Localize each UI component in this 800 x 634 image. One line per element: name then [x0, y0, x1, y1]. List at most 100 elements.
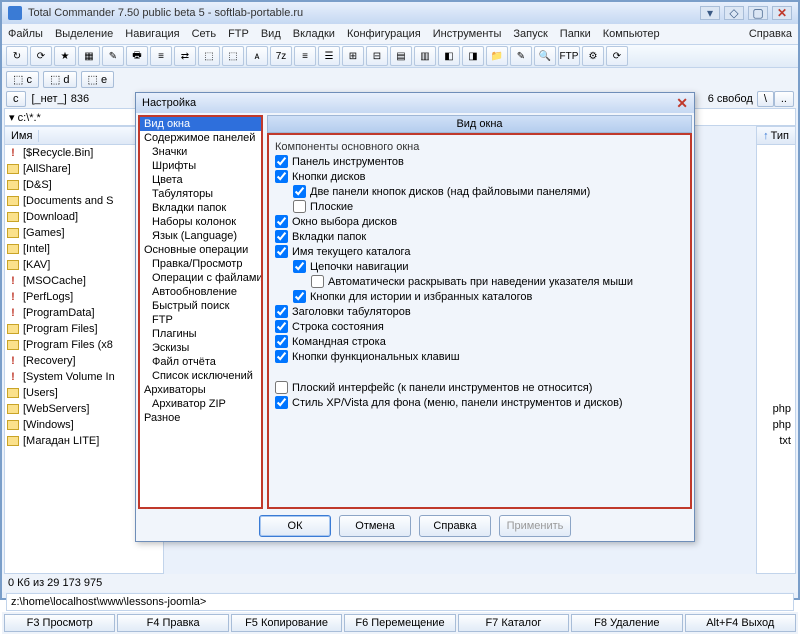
menu-item[interactable]: Выделение — [55, 28, 113, 40]
tree-item[interactable]: Разное — [140, 411, 261, 425]
toolbar-button[interactable]: ≡ — [294, 46, 316, 66]
menu-item[interactable]: Вид — [261, 28, 281, 40]
toolbar-button[interactable]: ⟳ — [30, 46, 52, 66]
checkbox[interactable] — [275, 305, 288, 318]
tree-item[interactable]: Список исключений — [140, 369, 261, 383]
toolbar-button[interactable]: ▤ — [390, 46, 412, 66]
toolbar-button[interactable]: ᴀ — [246, 46, 268, 66]
checkbox[interactable] — [275, 381, 288, 394]
checkbox-row[interactable]: Заголовки табуляторов — [275, 305, 684, 318]
cancel-button[interactable]: Отмена — [339, 515, 411, 537]
tree-item[interactable]: Архиваторы — [140, 383, 261, 397]
toolbar-button[interactable]: ↻ — [6, 46, 28, 66]
tree-item[interactable]: Плагины — [140, 327, 261, 341]
toolbar-button[interactable]: ⬚ — [222, 46, 244, 66]
toolbar-button[interactable]: ⊟ — [366, 46, 388, 66]
tree-item[interactable]: Автообновление — [140, 285, 261, 299]
tree-item[interactable]: Вкладки папок — [140, 201, 261, 215]
col-name[interactable]: Имя — [5, 130, 39, 142]
menu-item[interactable]: FTP — [228, 28, 249, 40]
apply-button[interactable]: Применить — [499, 515, 571, 537]
menu-item[interactable]: Инструменты — [433, 28, 502, 40]
checkbox-row[interactable]: Имя текущего каталога — [275, 245, 684, 258]
tree-item[interactable]: Быстрый поиск — [140, 299, 261, 313]
checkbox-row[interactable]: Плоские — [293, 200, 684, 213]
tree-item[interactable]: Цвета — [140, 173, 261, 187]
toolbar-button[interactable]: FTP — [558, 46, 580, 66]
checkbox[interactable] — [275, 350, 288, 363]
root-button[interactable]: \ — [757, 91, 774, 107]
toolbar-button[interactable]: ⟳ — [606, 46, 628, 66]
checkbox[interactable] — [275, 396, 288, 409]
toolbar-button[interactable]: ▦ — [78, 46, 100, 66]
close-button[interactable]: ✕ — [772, 6, 792, 20]
toolbar-button[interactable]: ≡ — [150, 46, 172, 66]
checkbox[interactable] — [293, 200, 306, 213]
toolbar-button[interactable]: ⚙ — [582, 46, 604, 66]
menu-item[interactable]: Файлы — [8, 28, 43, 40]
menu-item[interactable]: Конфигурация — [347, 28, 421, 40]
checkbox[interactable] — [275, 245, 288, 258]
checkbox-row[interactable]: Кнопки для истории и избранных каталогов — [293, 290, 684, 303]
current-drive[interactable]: c — [6, 91, 26, 107]
settings-tree[interactable]: Вид окнаСодержимое панелейЗначкиШрифтыЦв… — [138, 115, 263, 509]
toolbar-button[interactable]: 📁 — [486, 46, 508, 66]
toolbar-button[interactable]: 7z — [270, 46, 292, 66]
toolbar-button[interactable]: ⇄ — [174, 46, 196, 66]
checkbox-row[interactable]: Плоский интерфейс (к панели инструментов… — [275, 381, 684, 394]
minimize-button[interactable]: ▾ — [700, 6, 720, 20]
tree-item[interactable]: Эскизы — [140, 341, 261, 355]
tree-item[interactable]: Операции с файлами — [140, 271, 261, 285]
menu-item[interactable]: Сеть — [192, 28, 216, 40]
col-type[interactable]: ↑Тип — [757, 127, 795, 145]
function-key[interactable]: F5 Копирование — [231, 614, 342, 632]
checkbox[interactable] — [275, 320, 288, 333]
ok-button[interactable]: ОК — [259, 515, 331, 537]
toolbar-button[interactable]: ✎ — [510, 46, 532, 66]
toolbar-button[interactable]: ★ — [54, 46, 76, 66]
maximize-button[interactable]: ▢ — [748, 6, 768, 20]
tree-item[interactable]: Шрифты — [140, 159, 261, 173]
checkbox-row[interactable]: Окно выбора дисков — [275, 215, 684, 228]
help-button[interactable]: Справка — [419, 515, 491, 537]
menu-help[interactable]: Справка — [749, 28, 792, 40]
drive-button[interactable]: ⬚ d — [43, 71, 77, 88]
up-button[interactable]: .. — [774, 91, 794, 107]
toolbar-button[interactable]: ⬚ — [198, 46, 220, 66]
toolbar-button[interactable]: ⊞ — [342, 46, 364, 66]
checkbox[interactable] — [275, 155, 288, 168]
command-line[interactable]: z:\home\localhost\www\lessons-joomla> — [6, 593, 794, 611]
tree-item[interactable]: Табуляторы — [140, 187, 261, 201]
menu-item[interactable]: Навигация — [125, 28, 179, 40]
menu-item[interactable]: Компьютер — [603, 28, 660, 40]
checkbox[interactable] — [275, 230, 288, 243]
toolbar-button[interactable]: ☰ — [318, 46, 340, 66]
tree-item[interactable]: Файл отчёта — [140, 355, 261, 369]
tree-item[interactable]: Содержимое панелей — [140, 131, 261, 145]
toolbar-button[interactable]: 🖶 — [126, 46, 148, 66]
toolbar-button[interactable]: ◧ — [438, 46, 460, 66]
function-key[interactable]: F8 Удаление — [571, 614, 682, 632]
drive-button[interactable]: ⬚ c — [6, 71, 39, 88]
toolbar-button[interactable]: ✎ — [102, 46, 124, 66]
tree-item[interactable]: Основные операции — [140, 243, 261, 257]
dialog-close-button[interactable]: ✕ — [676, 95, 688, 112]
checkbox-row[interactable]: Строка состояния — [275, 320, 684, 333]
tree-item[interactable]: Архиватор ZIP — [140, 397, 261, 411]
tree-item[interactable]: Правка/Просмотр — [140, 257, 261, 271]
checkbox-row[interactable]: Автоматически раскрывать при наведении у… — [311, 275, 684, 288]
function-key[interactable]: F6 Перемещение — [344, 614, 455, 632]
tree-item[interactable]: Вид окна — [140, 117, 261, 131]
tree-item[interactable]: Наборы колонок — [140, 215, 261, 229]
checkbox[interactable] — [293, 260, 306, 273]
menu-item[interactable]: Вкладки — [293, 28, 335, 40]
drive-button[interactable]: ⬚ e — [81, 71, 115, 88]
tree-item[interactable]: FTP — [140, 313, 261, 327]
toolbar-button[interactable]: 🔍 — [534, 46, 556, 66]
checkbox[interactable] — [311, 275, 324, 288]
menu-item[interactable]: Папки — [560, 28, 591, 40]
tree-item[interactable]: Значки — [140, 145, 261, 159]
function-key[interactable]: F7 Каталог — [458, 614, 569, 632]
function-key[interactable]: F4 Правка — [117, 614, 228, 632]
checkbox[interactable] — [275, 170, 288, 183]
